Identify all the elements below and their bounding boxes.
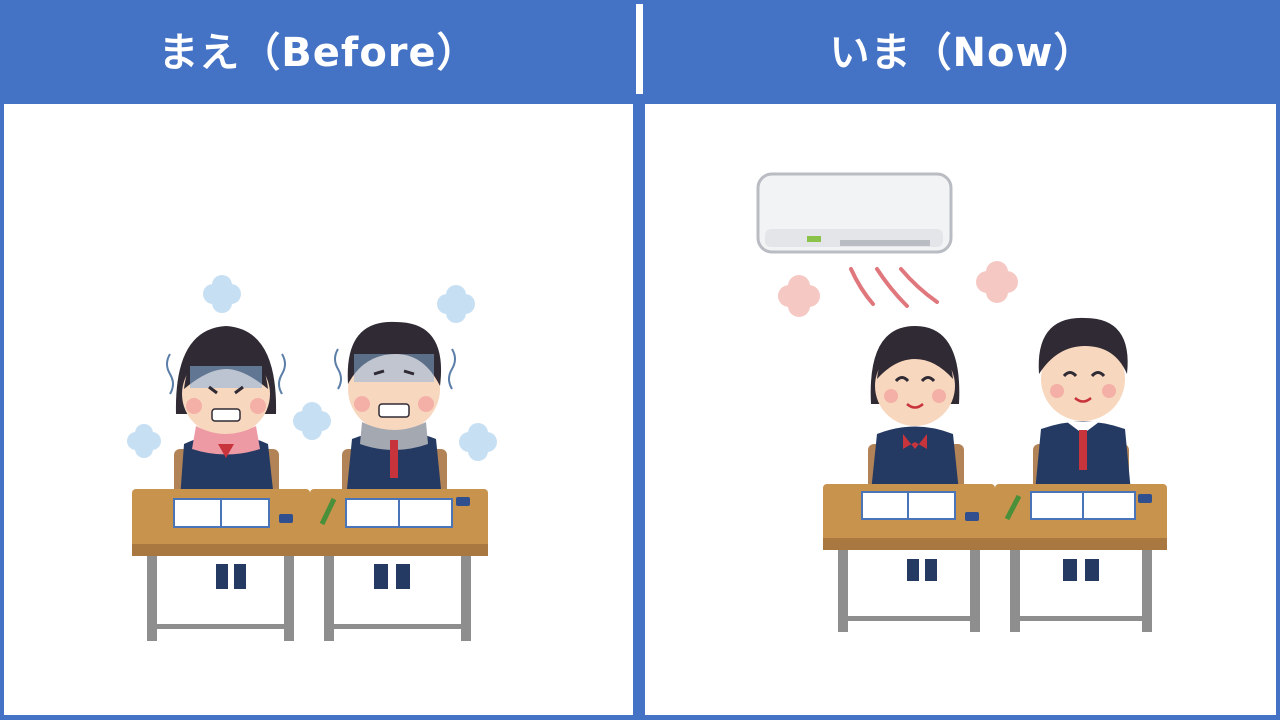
warm-cloud-icon [778, 261, 1018, 317]
air-conditioner-icon [756, 172, 953, 254]
desk-right [995, 484, 1167, 632]
now-header: いま（Now） [644, 0, 1280, 98]
boy-student-happy [1035, 317, 1131, 492]
boy-student-shivering [334, 321, 456, 499]
girl-student-happy [870, 326, 960, 492]
before-panel [4, 104, 633, 715]
girl-student-shivering [166, 326, 286, 499]
now-panel [645, 104, 1276, 715]
now-illustration [756, 172, 1167, 632]
desk-left [823, 484, 995, 632]
warm-air-icon [849, 267, 939, 308]
now-title: いま（Now） [829, 30, 1095, 76]
before-title: まえ（Before） [158, 30, 478, 76]
before-header: まえ（Before） [0, 0, 636, 98]
before-illustration [127, 275, 497, 641]
header-divider [636, 4, 643, 94]
